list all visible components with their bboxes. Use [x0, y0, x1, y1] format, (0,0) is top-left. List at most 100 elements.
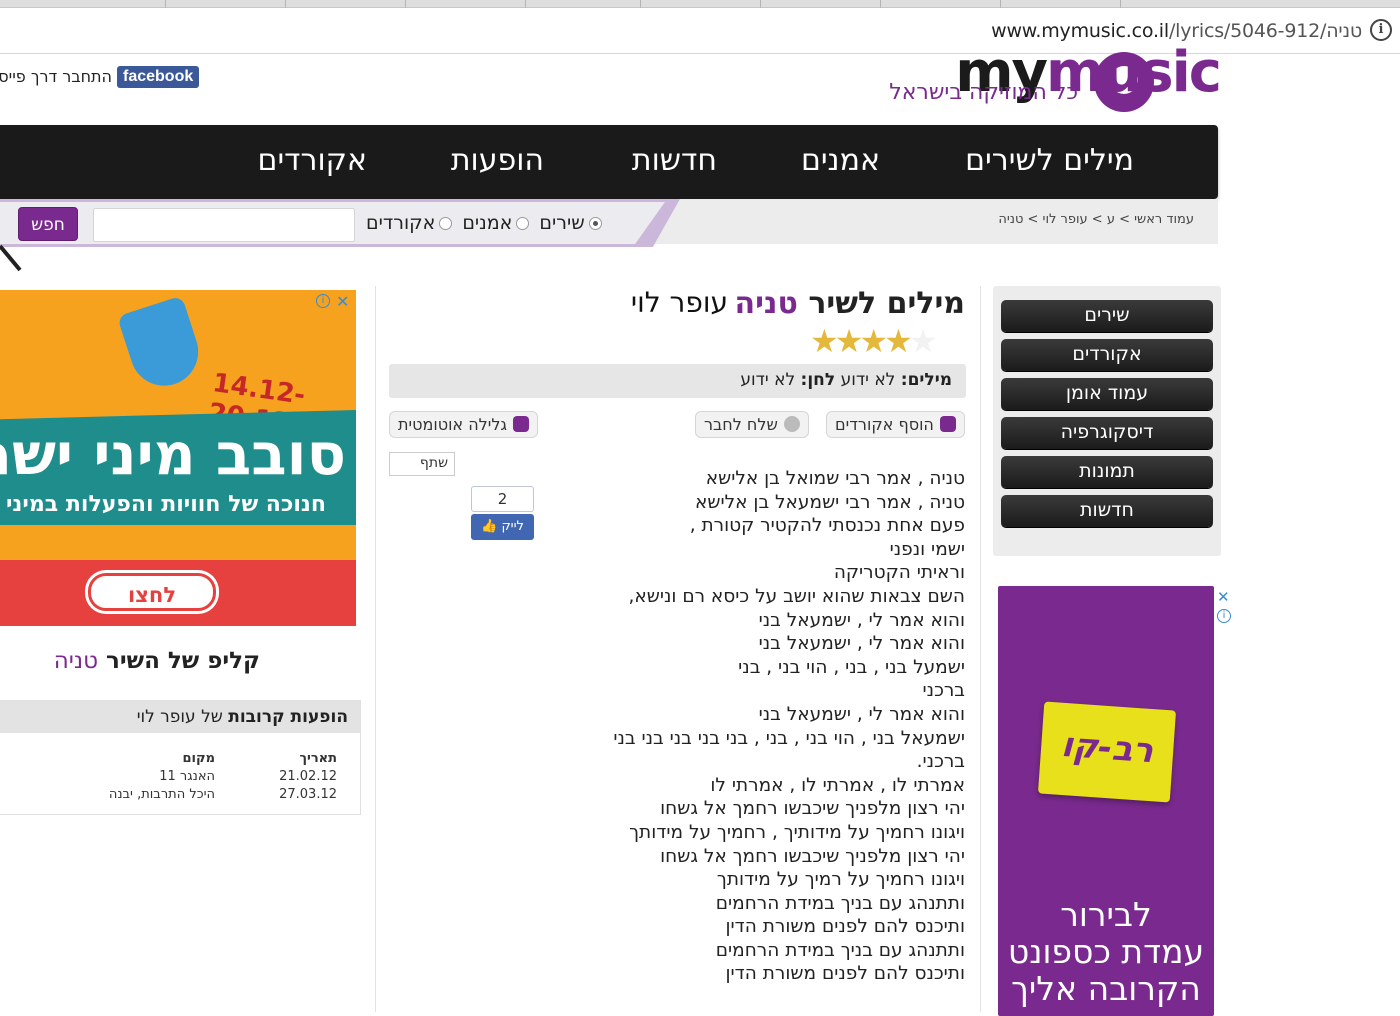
artist-side-menu: שירים אקורדים עמוד אומן דיסקוגרפיה תמונו… [993, 286, 1221, 556]
lyrics-line: והוא אמר לי , ישמעאל בני [758, 633, 965, 655]
artist-link[interactable]: עופר לוי [631, 286, 728, 319]
like-count: 2 [471, 486, 534, 512]
tab-divider [1120, 0, 1121, 8]
url-text[interactable]: www.mymusic.co.il/lyrics/5046-912/טניה [991, 20, 1362, 42]
send-to-friend-button[interactable]: שלח לחבר [695, 411, 809, 438]
lyrics-line: ברכני. [916, 751, 965, 773]
nav-item-news[interactable]: חדשות [632, 143, 717, 178]
nav-item-chords[interactable]: אקורדים [258, 143, 367, 178]
table-row[interactable]: 21.02.12 האנגר 11 [0, 767, 345, 785]
lyrics-line: טניה , אמר רבי שמואל בן אלישא [705, 468, 965, 489]
ad-close-icon[interactable]: ✕ [1217, 588, 1230, 606]
tab-divider [1000, 0, 1001, 8]
lyrics-line: ותתנהג עם בניך במידת הרחמים [715, 892, 965, 914]
facebook-login-text[interactable]: התחבר דרך פייסבוק [0, 67, 112, 86]
thumbs-up-icon: 👍 [481, 519, 498, 534]
facebook-login-button[interactable]: facebook [117, 66, 200, 88]
tab-divider [640, 0, 641, 8]
ad-info-icon[interactable]: i [1217, 609, 1231, 623]
dreidel-icon [116, 295, 208, 395]
site-info-icon[interactable]: i [1370, 19, 1392, 41]
shows-heading: הופעות קרובות של עופר לוי [0, 701, 360, 733]
autoscroll-button[interactable]: גלילה אוטומטית [389, 411, 539, 438]
tab-divider [405, 0, 406, 8]
ad-banner-right[interactable]: רב-קו לבירור עמדת כספונט הקרובה אליך [998, 586, 1214, 1016]
lyrics-line: וראיתי הקטריקה [833, 562, 965, 584]
tab-divider [165, 0, 166, 8]
url-path: /lyrics/5046-912/טניה [1168, 20, 1362, 42]
ad-right-text: לבירור עמדת כספונט הקרובה אליך [1007, 895, 1205, 1008]
facebook-like-box: 2 👍 לייק [471, 486, 534, 540]
ad-info-icon[interactable]: i [316, 294, 330, 308]
ad-cta-button[interactable]: לחצו כאן>> [88, 573, 216, 626]
nav-item-artists[interactable]: אמנים [801, 143, 880, 178]
radio-dot-icon [588, 216, 602, 230]
rating-stars[interactable]: ★★★★★ [810, 322, 937, 360]
tab-divider [525, 0, 526, 8]
lyrics-line: יהי רצון מלפניך שיכבשו רחמך אל גשחו [660, 845, 965, 867]
lyrics-line: ישמעל בני , בני , הוי בני , בני [738, 656, 965, 678]
nav-item-shows[interactable]: הופעות [451, 143, 544, 178]
side-item-songs[interactable]: שירים [1001, 300, 1213, 332]
main-nav: מילים לשירים אמנים חדשות הופעות אקורדים [0, 125, 1218, 199]
lyrics-line: אמרתי לו , אמרתי לו , אמרתי לו [710, 774, 965, 796]
like-button[interactable]: 👍 לייק [471, 514, 534, 540]
side-item-photos[interactable]: תמונות [1001, 456, 1213, 488]
table-header: תאריך מקום [182, 750, 338, 766]
logo-tagline: כל המוזיקה בישראל [889, 80, 1078, 105]
column-divider [375, 286, 376, 1012]
radio-dot-icon [439, 216, 453, 230]
nav-item-lyrics[interactable]: מילים לשירים [965, 143, 1134, 178]
scroll-icon [513, 416, 530, 432]
lyrics-line: והוא אמר לי , ישמעאל בני [758, 703, 965, 725]
lyrics-line: ישמעאל בני , הוי בני , בני , בני בני בני… [613, 727, 965, 749]
ad-rav-kav-logo: רב-קו [1037, 701, 1177, 803]
lyrics-line: ותיכנס להם לפנים משורת הדין [725, 963, 966, 985]
ad-banner-left[interactable]: 14.12-20.12 סובב מיני ישראל חנוכה של חוו… [0, 290, 356, 626]
song-credits: מילים: לא ידוע לחן: לא ידוע [389, 364, 966, 398]
lyrics-line: טניה , אמר רבי ישמעאל בן אלישא [695, 491, 965, 513]
lyrics-line: ויגונו רחמיך על רמיך על מידותך [716, 869, 965, 891]
share-button[interactable]: שתף [389, 452, 455, 476]
lyrics-line: ותיכנס להם לפנים משורת הדין [725, 916, 966, 938]
upcoming-shows: הופעות קרובות של עופר לוי תאריך מקום 21.0… [0, 700, 361, 815]
tab-divider [880, 0, 881, 8]
url-host: www.mymusic.co.il [991, 20, 1169, 42]
side-item-news[interactable]: חדשות [1001, 495, 1213, 527]
search-button[interactable]: חפש [18, 207, 78, 241]
ad-close-icon[interactable]: ✕ [336, 292, 349, 311]
radio-dot-icon [516, 216, 530, 230]
tab-divider [285, 0, 286, 8]
lyrics-line: ברכני [922, 680, 965, 702]
song-name-link[interactable]: טניה [734, 286, 797, 321]
lyrics-line: ויגונו רחמיך על מידותיך , רחמיך על מידות… [629, 821, 965, 843]
song-title: מילים לשיר טניה [734, 286, 965, 321]
side-item-chords[interactable]: אקורדים [1001, 339, 1213, 371]
lyrics-line: השם צבאות שהוא יושב על כיסא רם ונישא, [628, 585, 966, 607]
search-type-radios: שירים אמנים אקורדים [366, 212, 602, 234]
lyrics-line: ישמי ונפני [889, 538, 965, 560]
search-input[interactable] [93, 208, 355, 242]
radio-artists[interactable]: אמנים [462, 212, 530, 234]
music-note-icon [939, 416, 956, 432]
tab-divider [760, 0, 761, 8]
lyrics-line: ותתנהג עם בניך במידת הרחמים [715, 939, 965, 961]
site-logo[interactable]: mymusic כל המוזיקה בישראל [840, 40, 1222, 114]
column-divider [980, 286, 981, 1012]
breadcrumb[interactable]: עמוד ראשי > ע > עופר לוי > טניה [998, 212, 1194, 227]
lyrics-line: יהי רצון מלפניך שיכבשו רחמך אל גשחו [660, 798, 965, 820]
magnifier-icon [0, 244, 22, 272]
table-row[interactable]: 27.03.12 היכל התרבות, יבנה [0, 785, 345, 803]
lyrics-line: והוא אמר לי , ישמעאל בני [758, 609, 965, 631]
ad-subtitle: חנוכה של חוויות והפעלות במיני ישראל [0, 492, 326, 517]
clip-heading: קליפ של השיר טניה [53, 648, 260, 674]
ad-title: סובב מיני ישראל [0, 420, 346, 488]
shows-table: תאריך מקום 21.02.12 האנגר 11 27.03.12 היכל … [0, 749, 345, 803]
share-arrows-icon [783, 416, 800, 432]
add-chords-button[interactable]: הוסף אקורדים [826, 411, 965, 438]
lyrics-line: פעם אחת נכנסתי להקטיר קטורת , [689, 515, 965, 537]
side-item-discography[interactable]: דיסקוגרפיה [1001, 417, 1213, 449]
side-item-artist-page[interactable]: עמוד אומן [1001, 378, 1213, 410]
radio-chords[interactable]: אקורדים [366, 212, 453, 234]
radio-songs[interactable]: שירים [539, 212, 602, 234]
